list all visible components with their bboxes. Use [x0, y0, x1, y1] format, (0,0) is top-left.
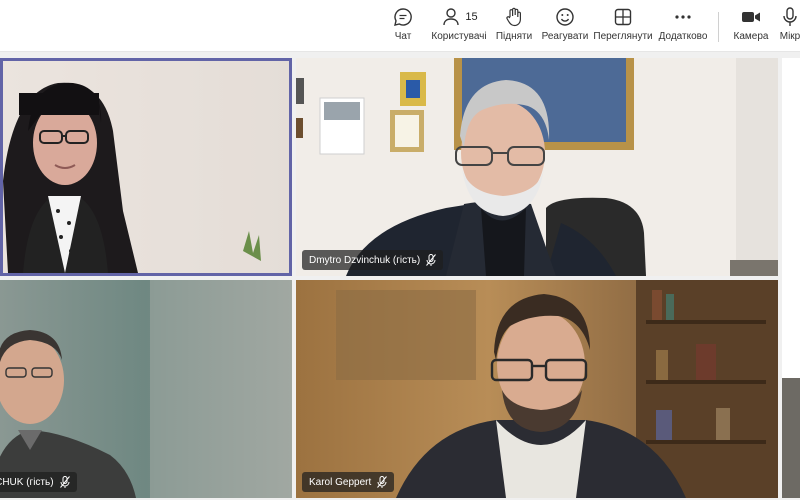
participant-tile[interactable]: Karol Geppert [296, 280, 778, 498]
mic-muted-icon [377, 476, 388, 488]
mic-label: Мікр [780, 31, 800, 42]
view-label: Переглянути [593, 31, 653, 42]
camera-label: Камера [733, 31, 769, 42]
participant-tile[interactable]: Dmytro Dzvinchuk (гість) [296, 58, 778, 276]
mic-muted-icon [426, 254, 437, 266]
participant-video [296, 280, 778, 498]
meeting-toolbar: Чат 15 Користувачі Підняти Реагувати Пер… [0, 0, 800, 52]
raise-hand-icon [503, 6, 525, 28]
chat-icon [392, 6, 414, 28]
participant-name: Dmytro Dzvinchuk (гість) [309, 254, 421, 266]
react-label: Реагувати [541, 31, 589, 42]
more-button[interactable]: Додатково [658, 6, 708, 48]
people-button[interactable]: 15 Користувачі [431, 6, 487, 48]
camera-icon [740, 6, 762, 28]
grid-view-icon [612, 6, 634, 28]
participant-tile[interactable] [0, 58, 292, 276]
participant-video [3, 61, 289, 273]
participant-name-tag: Karol Geppert [302, 472, 395, 492]
raise-hand-button[interactable]: Підняти [496, 6, 532, 48]
mic-button[interactable]: Мікр [780, 6, 800, 48]
camera-button[interactable]: Камера [734, 6, 768, 48]
react-button[interactable]: Реагувати [542, 6, 588, 48]
raise-hand-label: Підняти [495, 31, 533, 42]
more-dots-icon [672, 6, 694, 28]
participant-video [0, 280, 292, 498]
participant-name: TCHUK (гість) [0, 476, 54, 488]
people-count: 15 [465, 11, 478, 23]
people-label: Користувачі [431, 31, 487, 42]
participant-video [296, 58, 778, 276]
side-participant-thumbnail[interactable] [782, 378, 800, 498]
chat-label: Чат [394, 31, 412, 42]
video-stage: Dmytro Dzvinchuk (гість) TCHUK (гість) [0, 52, 800, 500]
people-icon [440, 6, 462, 28]
smiley-icon [554, 6, 576, 28]
participant-name-tag: TCHUK (гість) [0, 472, 77, 492]
mic-toolbar-icon [780, 6, 800, 28]
mic-muted-icon [59, 476, 70, 488]
participant-tile[interactable]: TCHUK (гість) [0, 280, 292, 498]
view-button[interactable]: Переглянути [593, 6, 653, 48]
participant-name: Karol Geppert [309, 476, 372, 488]
toolbar-divider [718, 12, 719, 42]
more-label: Додатково [658, 31, 708, 42]
chat-button[interactable]: Чат [392, 6, 414, 48]
participant-name-tag: Dmytro Dzvinchuk (гість) [302, 250, 444, 270]
